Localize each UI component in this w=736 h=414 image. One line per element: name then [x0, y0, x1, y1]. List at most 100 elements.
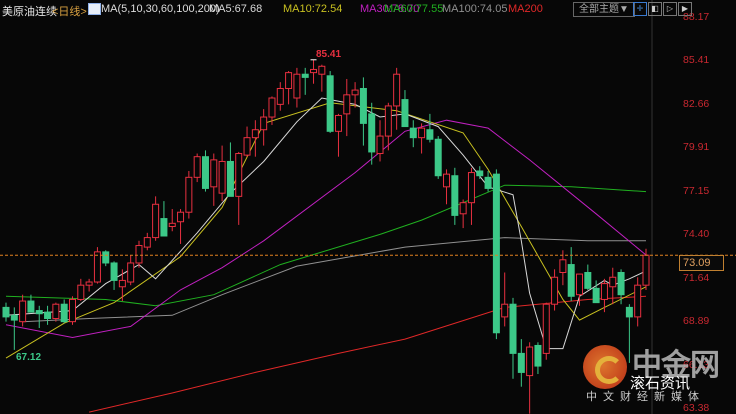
price-label: 77.15	[683, 185, 710, 197]
candle-up	[168, 222, 176, 227]
candle-down	[102, 251, 110, 264]
candle-up	[276, 87, 284, 105]
ma60-value: MA60:77.55	[384, 3, 444, 15]
candle-up	[68, 298, 76, 323]
candle-down	[201, 156, 209, 189]
watermark-logo-icon	[583, 345, 627, 389]
candle-up	[634, 284, 642, 318]
candle-down	[584, 271, 592, 289]
ma5-line	[5, 97, 647, 350]
candle-down	[301, 73, 309, 78]
candle-up	[152, 203, 160, 239]
candle-down	[226, 160, 234, 197]
candle-up	[609, 276, 617, 288]
play-icon[interactable]: ▷	[663, 2, 677, 16]
candle-up	[459, 202, 467, 215]
candle-up	[576, 273, 584, 296]
candle-up	[85, 281, 93, 286]
low-price-annotation: 67.12	[16, 352, 42, 363]
candle-down	[434, 138, 442, 177]
price-label: 74.40	[683, 228, 710, 240]
candle-down	[359, 87, 367, 124]
candle-up	[318, 65, 326, 75]
candle-down	[567, 264, 575, 297]
ma30-line	[5, 119, 647, 339]
candle-up	[393, 73, 401, 107]
candle-down	[110, 262, 118, 281]
candle-down	[35, 310, 43, 315]
candle-up	[310, 68, 318, 74]
candle-down	[60, 303, 68, 323]
candle-down	[401, 99, 409, 128]
step-forward-icon[interactable]: ▶	[678, 2, 692, 16]
candle-up	[600, 283, 608, 300]
chart-left-icon[interactable]: ◧	[648, 2, 662, 16]
chart-header: 美原油连续 <日线> MA(5,10,30,60,100,200) MA5:67…	[0, 0, 736, 18]
candle-down	[326, 75, 334, 132]
candle-up	[384, 105, 392, 137]
watermark: 中金网 滚石资讯 中文财经新媒体	[582, 340, 732, 414]
candle-down	[517, 352, 525, 373]
price-label: 82.66	[683, 98, 710, 110]
indicator-icon[interactable]	[88, 3, 101, 15]
candle-down	[484, 176, 492, 189]
high-price-annotation: 85.41	[316, 49, 342, 60]
price-label: 85.41	[683, 54, 710, 66]
ma5-value: MA5:67.68	[209, 3, 263, 15]
ma100-value: MA100:74.05	[442, 3, 508, 15]
ma-params[interactable]: MA(5,10,30,60,100,200)	[101, 3, 220, 15]
candle-up	[285, 72, 293, 89]
candle-up	[118, 279, 126, 288]
candle-down	[27, 300, 35, 313]
current-price-label: 73.09	[679, 255, 724, 271]
candle-up	[77, 284, 85, 300]
period-selector[interactable]: <日线>	[52, 3, 87, 19]
candle-up	[268, 97, 276, 118]
candle-down	[160, 218, 168, 237]
candle-up	[559, 259, 567, 273]
candle-down	[625, 306, 633, 318]
candle-down	[617, 271, 625, 296]
candle-down	[368, 113, 376, 153]
candle-up	[293, 73, 301, 99]
ma10-value: MA10:72.54	[283, 3, 343, 15]
candle-up	[127, 262, 135, 283]
candle-down	[10, 314, 18, 321]
candle-up	[334, 114, 342, 132]
candle-down	[409, 127, 417, 139]
watermark-slogan: 中文财经新媒体	[586, 391, 705, 403]
candle-up	[185, 176, 193, 213]
candle-up	[526, 346, 534, 377]
ma200-line	[88, 295, 647, 413]
price-label: 79.91	[683, 141, 710, 153]
candle-up	[542, 303, 550, 354]
candle-down	[476, 170, 484, 177]
candle-up	[418, 127, 426, 139]
candle-up	[210, 159, 218, 188]
candle-up	[251, 129, 259, 139]
candle-up	[376, 135, 384, 155]
candle-up	[135, 245, 143, 264]
candle-up	[93, 251, 101, 283]
candle-up	[351, 89, 359, 96]
candle-up	[243, 137, 251, 156]
candle-up	[260, 116, 268, 131]
all-themes-dropdown[interactable]: 全部主题▼	[573, 2, 635, 17]
ma60-line	[5, 184, 647, 307]
candle-down	[426, 129, 434, 140]
candle-down	[451, 175, 459, 216]
ma10-line	[5, 102, 647, 359]
price-label: 68.89	[683, 315, 710, 327]
symbol-name: 美原油连续	[2, 6, 57, 18]
ma200-value: MA200	[508, 3, 543, 15]
price-label: 71.64	[683, 272, 710, 284]
candle-up	[467, 172, 475, 204]
candle-up	[443, 173, 451, 188]
candle-down	[592, 287, 600, 304]
candle-up	[19, 300, 27, 323]
candle-down	[509, 303, 517, 354]
candle-up	[551, 276, 559, 305]
crosshair-icon[interactable]: ✛	[633, 2, 647, 16]
candle-up	[143, 237, 151, 248]
candle-down	[534, 344, 542, 367]
